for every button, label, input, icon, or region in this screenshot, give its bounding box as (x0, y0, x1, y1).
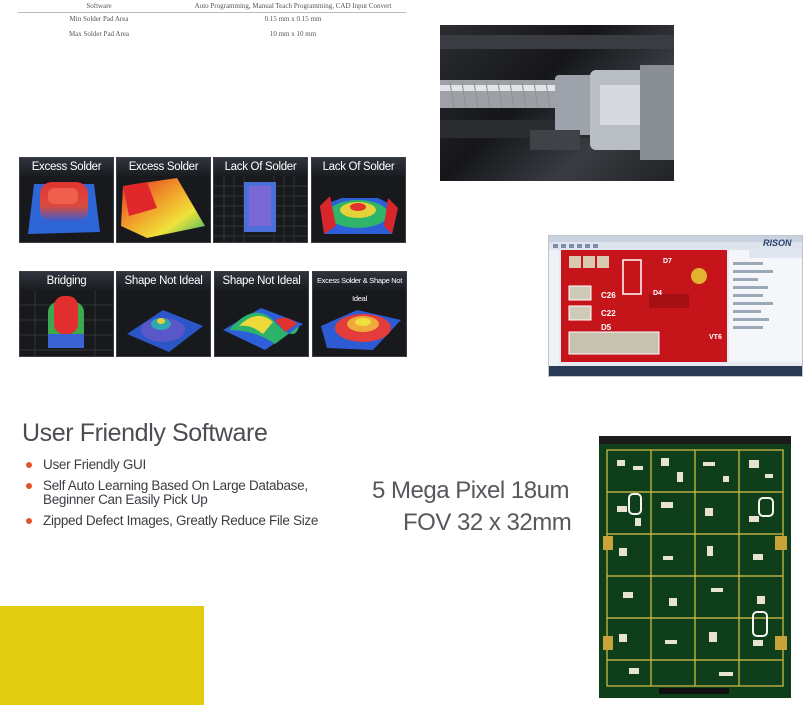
spec-value: Auto Programming, Manual Teach Programmi… (194, 2, 392, 10)
bullet-dot-icon (26, 518, 32, 524)
pcb-label: VT6 (709, 334, 722, 341)
bullet-dot-icon (26, 462, 32, 468)
pcb-label: C26 (601, 291, 616, 300)
feature-list: User Friendly GUI Self Auto Learning Bas… (26, 458, 346, 535)
defect-tile-lack-of-solder-2: Lack Of Solder (311, 157, 406, 243)
defect-tile-shape-not-ideal-1: Shape Not Ideal (116, 271, 211, 357)
defect-tile-lack-of-solder-1: Lack Of Solder (213, 157, 308, 243)
spec-table: Software Auto Programming, Manual Teach … (18, 0, 406, 40)
defect-label: Excess Solder & Shape Not Ideal (313, 272, 406, 303)
brand-logo: RISON (763, 238, 792, 248)
pcb-label: D5 (601, 323, 612, 332)
pcb-label: C22 (601, 309, 616, 318)
defect-tile-bridging: Bridging (19, 271, 114, 357)
pcb-board-image (599, 436, 791, 698)
defect-tile-excess-solder-2: Excess Solder (116, 157, 211, 243)
spec-value: 0.15 mm x 0.15 mm (264, 15, 322, 23)
spec-row-software: Software Auto Programming, Manual Teach … (18, 0, 406, 13)
feature-item: Zipped Defect Images, Greatly Reduce Fil… (26, 514, 346, 528)
defect-tile-excess-solder-shape-not-ideal: Excess Solder & Shape Not Ideal (312, 271, 407, 357)
defect-label: Excess Solder (117, 158, 210, 176)
linear-motor-photo (440, 25, 674, 181)
defect-label: Shape Not Ideal (117, 272, 210, 290)
defect-tile-excess-solder-1: Excess Solder (19, 157, 114, 243)
defect-label: Bridging (20, 272, 113, 290)
feature-text: Zipped Defect Images, Greatly Reduce Fil… (43, 513, 319, 528)
camera-fov: FOV 32 x 32mm (403, 509, 572, 536)
section-title: User Friendly Software (22, 419, 268, 447)
spec-label: Max Solder Pad Area (68, 30, 130, 38)
accent-block (0, 606, 204, 705)
defect-label: Shape Not Ideal (215, 272, 308, 290)
spec-label: Software (86, 2, 112, 10)
feature-text: User Friendly GUI (43, 457, 146, 472)
spec-value: 10 mm x 10 mm (269, 30, 317, 38)
pcb-label: D7 (663, 258, 672, 265)
defect-label: Excess Solder (20, 158, 113, 176)
feature-text: Self Auto Learning Based On Large Databa… (43, 478, 308, 507)
defect-label: Lack Of Solder (312, 158, 405, 176)
defect-tile-shape-not-ideal-2: Shape Not Ideal (214, 271, 309, 357)
software-screenshot: RISON C26 C22 D5 D7 D4 VT6 (548, 235, 803, 377)
bullet-dot-icon (26, 483, 32, 489)
pcb-label: D4 (653, 290, 662, 297)
camera-resolution: 5 Mega Pixel 18um (372, 477, 569, 504)
feature-item: User Friendly GUI (26, 458, 346, 472)
defect-label: Lack Of Solder (214, 158, 307, 176)
spec-row-max-pad: Max Solder Pad Area 10 mm x 10 mm (18, 28, 406, 40)
spec-row-min-pad: Min Solder Pad Area 0.15 mm x 0.15 mm (18, 13, 406, 25)
feature-item: Self Auto Learning Based On Large Databa… (26, 479, 346, 507)
spec-label: Min Solder Pad Area (69, 15, 129, 23)
